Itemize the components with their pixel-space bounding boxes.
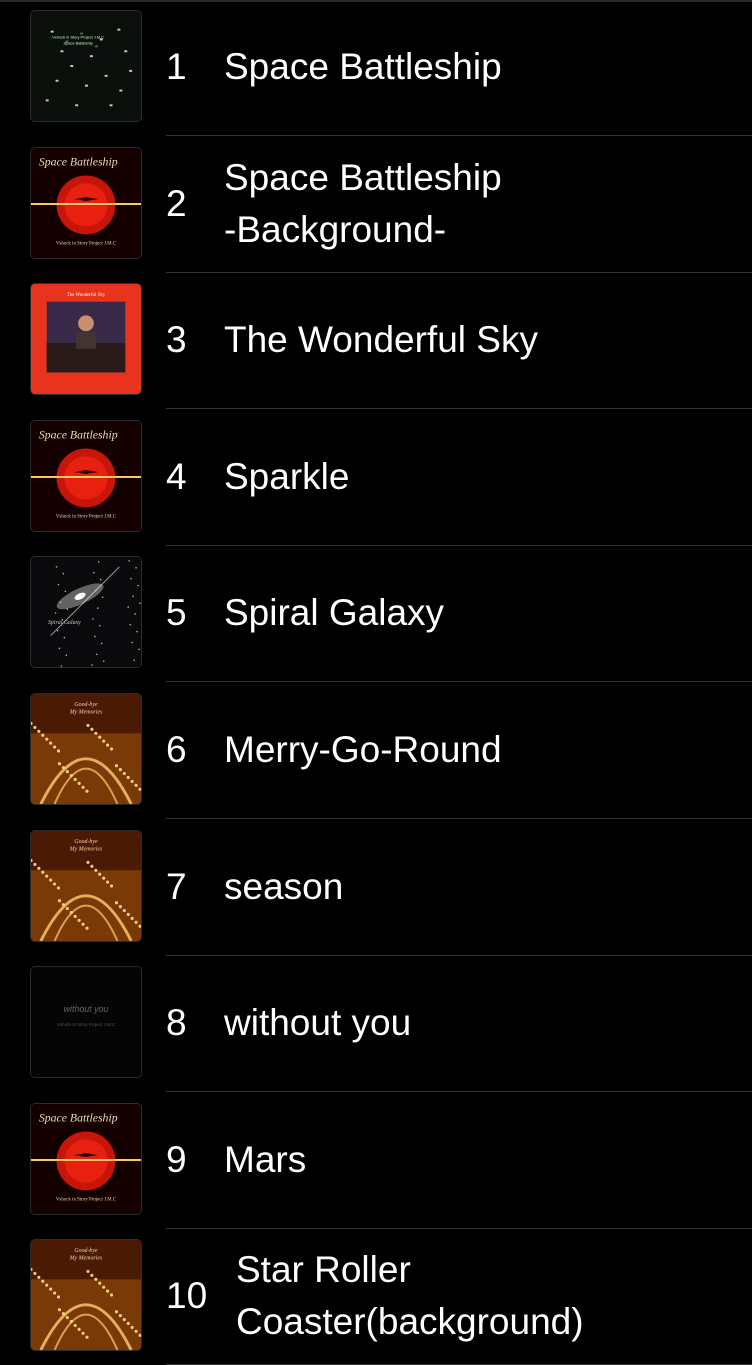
album-artwork: Vshock in Story Project J.M.C Space Batt…: [30, 10, 142, 122]
svg-text:Vshock in Story Project J.M.C: Vshock in Story Project J.M.C: [57, 1022, 116, 1027]
track-row[interactable]: Good-bye My Memories 10 Star Roller Coaste…: [0, 1229, 752, 1365]
svg-text:The Wonderful Sky: The Wonderful Sky: [67, 293, 106, 298]
svg-text:Space Battleship: Space Battleship: [39, 428, 118, 441]
album-artwork: Spiral Galaxy: [30, 556, 142, 669]
svg-text:without you: without you: [64, 1004, 109, 1014]
album-artwork: Space Battleship Vshock in Story Project…: [30, 419, 142, 532]
track-number: 5: [166, 592, 187, 634]
svg-text:Vshock in Story Project J.M.C: Vshock in Story Project J.M.C: [56, 514, 116, 519]
track-number: 2: [166, 182, 187, 224]
svg-text:Vshock in Story Project J.M.C: Vshock in Story Project J.M.C: [52, 35, 104, 40]
svg-text:My Memories: My Memories: [69, 710, 103, 716]
track-title: Space Battleship -Background-: [224, 156, 502, 250]
track-row[interactable]: Space Battleship Vshock in Story Project…: [0, 137, 752, 273]
svg-text:Space Battleship: Space Battleship: [63, 40, 93, 45]
track-title: season: [224, 865, 344, 907]
track-number: 3: [166, 319, 187, 361]
track-number: 1: [166, 46, 187, 87]
svg-text:My Memories: My Memories: [69, 1256, 103, 1262]
track-number: 4: [166, 455, 187, 497]
track-row[interactable]: Good-bye My Memories 7 season: [0, 820, 752, 956]
track-row[interactable]: Space Battleship Vshock in Story Project…: [0, 410, 752, 546]
svg-text:Spiral Galaxy: Spiral Galaxy: [48, 620, 81, 626]
svg-text:Space Battleship: Space Battleship: [39, 1111, 118, 1124]
track-title: Space Battleship: [224, 46, 502, 87]
track-number: 9: [166, 1138, 187, 1180]
track-title: Spiral Galaxy: [224, 592, 445, 634]
svg-text:Good-bye: Good-bye: [74, 702, 98, 708]
svg-text:Vshock in Story Project J.M.C: Vshock in Story Project J.M.C: [56, 241, 116, 246]
track-number: 8: [166, 1002, 187, 1044]
svg-text:Vshock in Story Project J.M.C: Vshock in Story Project J.M.C: [56, 1197, 116, 1202]
album-artwork: Space Battleship Vshock in Story Project…: [30, 1102, 142, 1215]
track-title: Sparkle: [224, 455, 350, 497]
track-title: Mars: [224, 1138, 307, 1180]
track-number: 6: [166, 729, 187, 770]
album-artwork: Good-bye My Memories: [30, 693, 142, 805]
album-artwork: Good-bye My Memories: [30, 829, 142, 942]
track-row[interactable]: Good-bye My Memories 6 Merry-Go-Round: [0, 683, 752, 819]
album-artwork: Space Battleship Vshock in Story Project…: [30, 146, 142, 259]
track-row[interactable]: Spiral Galaxy 5 Spiral Galaxy: [0, 546, 752, 683]
track-row[interactable]: Space Battleship Vshock in Story Project…: [0, 1093, 752, 1229]
svg-text:My Memories: My Memories: [69, 846, 103, 852]
album-artwork: Good-bye My Memories: [30, 1239, 142, 1352]
track-row[interactable]: Vshock in Story Project J.M.C Space Batt…: [0, 0, 752, 136]
album-artwork: without you Vshock in Story Project J.M.…: [30, 966, 142, 1079]
track-title: The Wonderful Sky: [224, 319, 538, 361]
track-number: 7: [166, 865, 187, 907]
svg-text:Space Battleship: Space Battleship: [39, 155, 118, 168]
track-title: Merry-Go-Round: [224, 729, 502, 770]
track-title: without you: [224, 1002, 412, 1044]
svg-text:Good-bye: Good-bye: [74, 1248, 98, 1254]
svg-text:Good-bye: Good-bye: [74, 838, 98, 844]
track-row[interactable]: without you Vshock in Story Project J.M.…: [0, 956, 752, 1093]
album-artwork: The Wonderful Sky: [30, 283, 142, 396]
track-row[interactable]: The Wonderful Sky 3 The Wonderful Sky: [0, 273, 752, 410]
track-title: Star Roller Coaster(background): [236, 1249, 584, 1343]
track-number: 10: [166, 1275, 208, 1317]
